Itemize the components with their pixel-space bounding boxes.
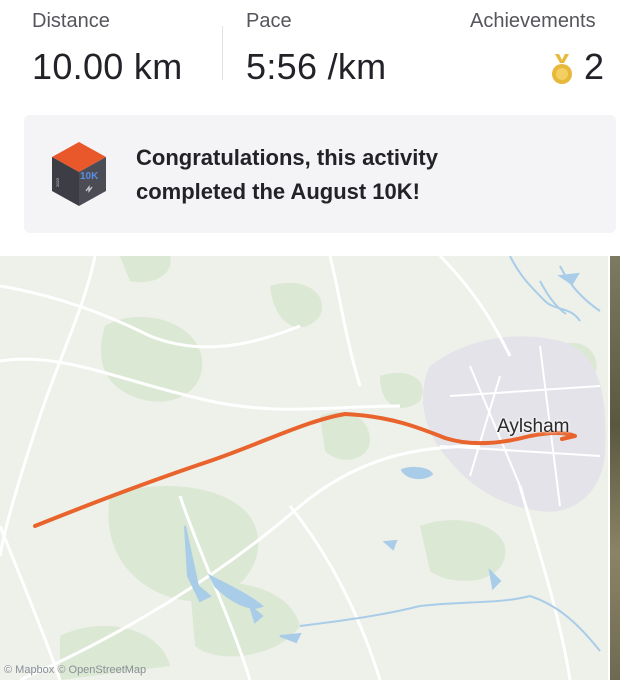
- banner-line-1: Congratulations, this activity: [136, 145, 438, 170]
- 10k-challenge-badge-icon: 10K 2023: [52, 142, 106, 206]
- map-town-label: Aylsham: [497, 416, 570, 437]
- map-background: [0, 256, 606, 680]
- pace-label: Pace: [246, 10, 292, 32]
- distance-value: 10.00 km: [32, 46, 183, 87]
- banner-line-2: completed the August 10K!: [136, 179, 420, 204]
- activity-stats: Distance 10.00 km Pace 5:56 /km Achievem…: [0, 0, 620, 110]
- achievements-value: 2: [584, 46, 605, 87]
- map-attribution[interactable]: © Mapbox © OpenStreetMap: [4, 664, 146, 676]
- stats-divider: [222, 26, 223, 80]
- achievements-label: Achievements: [470, 10, 596, 32]
- adjacent-photo-edge[interactable]: [610, 256, 620, 680]
- badge-label: 10K: [80, 171, 99, 182]
- badge-side-label: 2023: [55, 177, 60, 187]
- medal-icon: [552, 54, 572, 84]
- achievement-banner[interactable]: 10K 2023 Congratulations, this activity …: [24, 115, 616, 233]
- pace-value: 5:56 /km: [246, 46, 387, 87]
- banner-message: Congratulations, this activity completed…: [136, 141, 438, 209]
- distance-label: Distance: [32, 10, 110, 32]
- route-map[interactable]: Aylsham © Mapbox © OpenStreetMap: [0, 256, 608, 680]
